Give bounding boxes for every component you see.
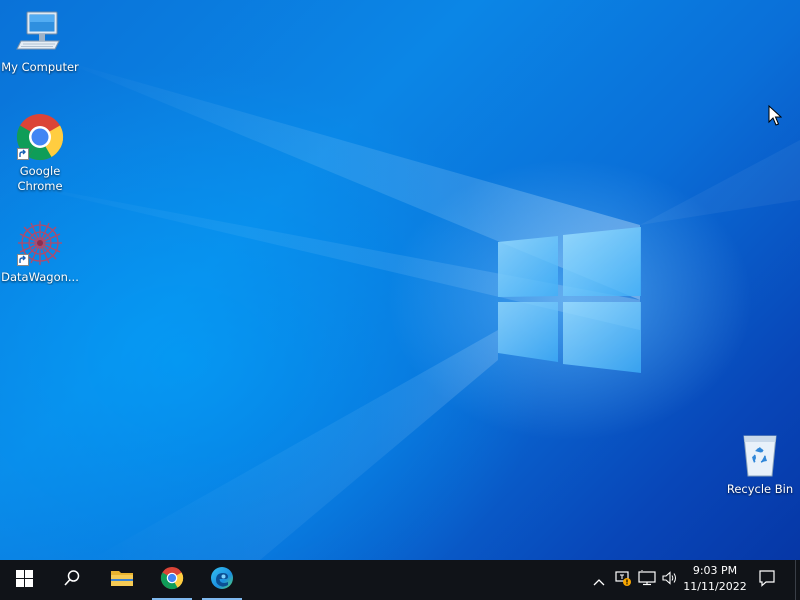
desktop-icon-label: Recycle Bin [726,482,794,496]
chrome-icon [160,566,184,594]
network-icon [638,570,656,590]
chrome-taskbar-button[interactable] [148,560,196,600]
desktop[interactable]: My Computer Google Chrome DataWagon... R… [0,0,800,560]
notification-center-button[interactable] [757,570,777,590]
search-button[interactable] [48,560,96,600]
search-icon [63,569,81,591]
show-desktop-button[interactable] [795,560,800,600]
datawagon-icon [15,218,65,268]
volume-icon [661,570,679,590]
file-explorer-button[interactable] [98,560,146,600]
windows-start-icon [15,569,33,591]
mouse-cursor-icon [768,104,783,131]
chrome-icon [15,112,65,162]
volume-button[interactable] [660,570,680,590]
network-warning-icon [614,569,632,591]
desktop-icon-label: My Computer [1,60,79,74]
recycle-bin-icon [735,430,785,480]
chevron-up-icon [593,571,605,590]
computer-icon [15,8,65,58]
clock[interactable]: 9:03 PM 11/11/2022 [680,563,750,595]
desktop-icon-recycle-bin[interactable]: Recycle Bin [721,430,799,497]
wallpaper [0,60,800,560]
edge-taskbar-button[interactable] [198,560,246,600]
desktop-icon-google-chrome[interactable]: Google Chrome [1,112,79,194]
clock-time: 9:03 PM [692,564,738,577]
shortcut-arrow-icon [17,148,29,160]
show-hidden-icons-button[interactable] [589,570,609,590]
start-button[interactable] [0,560,48,600]
desktop-icon-label: Google Chrome [17,164,63,193]
clock-date: 11/11/2022 [683,580,747,593]
network-button[interactable] [637,570,657,590]
edge-icon [210,566,234,594]
folder-icon [110,568,134,592]
shortcut-arrow-icon [17,254,29,266]
desktop-icon-datawagon[interactable]: DataWagon... [1,218,79,285]
network-warning-button[interactable] [613,570,633,590]
notification-icon [758,569,776,591]
desktop-icon-my-computer[interactable]: My Computer [1,8,79,75]
desktop-icon-label: DataWagon... [1,270,79,284]
taskbar: 9:03 PM 11/11/2022 [0,560,800,600]
